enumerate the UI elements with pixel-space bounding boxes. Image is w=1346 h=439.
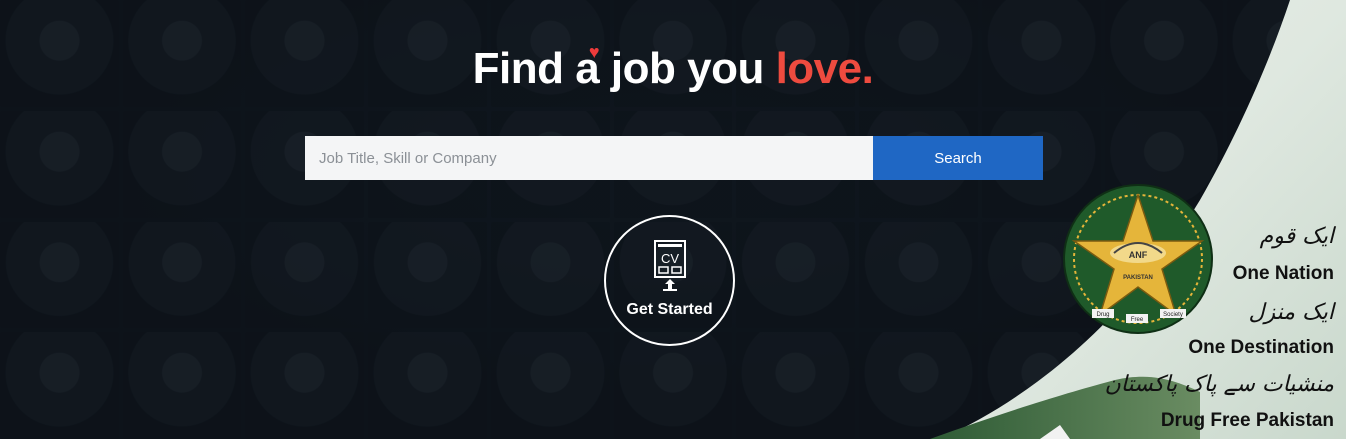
urdu-line-3: منشیات سے پاک پاکستان (1104, 372, 1334, 397)
job-search-bar: Search (305, 136, 1043, 180)
urdu-line-2: ایک منزل (1248, 300, 1334, 325)
page-title: Find a ♥ job you love. (472, 42, 874, 93)
svg-text:Drug: Drug (1096, 312, 1109, 318)
get-started-button[interactable]: CV Get Started (604, 215, 735, 346)
anf-emblem-logo: ANF PAKISTAN Drug Free Society (1063, 184, 1213, 334)
svg-text:ANF: ANF (1129, 250, 1148, 260)
get-started-label: Get Started (626, 300, 713, 318)
urdu-line-1: ایک قوم (1259, 224, 1334, 249)
search-input[interactable] (305, 136, 873, 180)
english-line-1: One Nation (1232, 263, 1334, 284)
svg-text:Society: Society (1163, 312, 1183, 318)
title-part-2: job you (610, 44, 776, 93)
svg-text:PAKISTAN: PAKISTAN (1123, 275, 1153, 281)
search-button[interactable]: Search (873, 136, 1043, 180)
hero-section: Find a ♥job you love. Search CV Get Star… (0, 0, 1346, 439)
svg-text:CV: CV (660, 251, 678, 266)
english-line-3: Drug Free Pakistan (1160, 410, 1334, 431)
english-line-2: One Destination (1188, 337, 1334, 358)
cv-upload-icon: CV (653, 239, 686, 291)
svg-text:Free: Free (1131, 317, 1144, 323)
title-accent: love. (775, 44, 874, 93)
